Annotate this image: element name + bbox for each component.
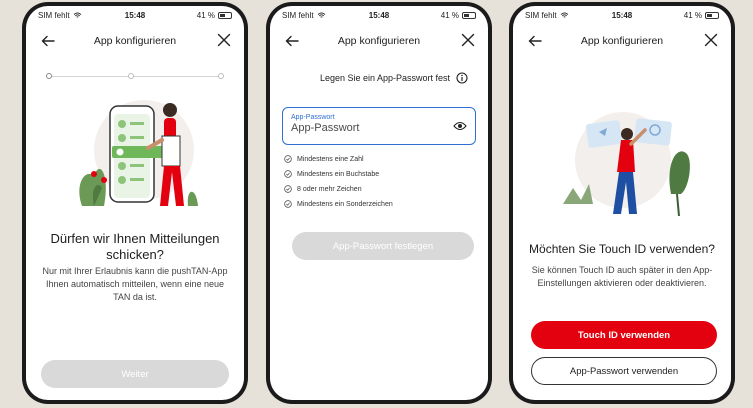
close-icon[interactable] — [703, 32, 719, 48]
header: App konfigurieren — [270, 28, 488, 54]
status-time: 15:48 — [611, 10, 633, 20]
screen-notifications: SIM fehlt 15:48 41 % App konfigurieren D… — [26, 6, 244, 400]
header: App konfigurieren — [26, 28, 244, 54]
check-circle-icon — [284, 200, 292, 208]
phone-touch-id: SIM fehlt 15:48 41 % App konfigurieren M… — [509, 2, 735, 404]
use-app-password-button[interactable]: App-Passwort verwenden — [531, 357, 717, 385]
check-circle-icon — [284, 155, 292, 163]
header: App konfigurieren — [513, 28, 731, 54]
use-touch-id-button[interactable]: Touch ID verwenden — [531, 321, 717, 349]
status-time: 15:48 — [368, 10, 390, 20]
description: Sie können Touch ID auch später in den A… — [531, 265, 713, 288]
notification-illustration — [79, 100, 198, 206]
phone-notifications: SIM fehlt 15:48 41 % App konfigurieren D… — [22, 2, 248, 404]
password-field[interactable]: App-Passwort — [282, 107, 476, 145]
battery-icon — [218, 11, 233, 19]
eye-icon[interactable] — [453, 121, 467, 131]
header-title: App konfigurieren — [93, 35, 177, 47]
heading: Möchten Sie Touch ID verwenden? — [529, 242, 715, 256]
set-password-button[interactable]: App-Passwort festlegen — [292, 232, 474, 260]
status-bar: SIM fehlt 15:48 41 % — [26, 6, 244, 24]
requirement-label: Mindestens ein Buchstabe — [297, 170, 380, 178]
back-arrow-icon[interactable] — [527, 33, 543, 49]
wifi-icon — [73, 11, 81, 18]
screen-touch-id: SIM fehlt 15:48 41 % App konfigurieren M… — [513, 6, 731, 400]
phone-password: SIM fehlt 15:48 41 % App konfigurieren L… — [266, 2, 492, 404]
battery-icon — [462, 11, 477, 19]
battery-icon — [705, 11, 720, 19]
requirement-item: Mindestens eine Zahl — [284, 155, 364, 163]
header-title: App konfigurieren — [580, 35, 664, 47]
screen-password: SIM fehlt 15:48 41 % App konfigurieren L… — [270, 6, 488, 400]
heading: Dürfen wir Ihnen Mitteilungen schicken? — [50, 231, 220, 262]
password-prompt-row: Legen Sie ein App-Passwort fest — [270, 72, 488, 84]
description: Nur mit Ihrer Erlaubnis kann die pushTAN… — [42, 266, 228, 302]
wifi-icon — [560, 11, 568, 18]
step-dot — [128, 73, 134, 79]
back-arrow-icon[interactable] — [284, 33, 300, 49]
carrier-label: SIM fehlt — [38, 10, 70, 20]
password-input[interactable] — [291, 122, 451, 134]
check-circle-icon — [284, 185, 292, 193]
battery-level: 41 % — [196, 10, 216, 20]
header-title: App konfigurieren — [337, 35, 421, 47]
password-prompt: Legen Sie ein App-Passwort fest — [319, 73, 451, 83]
back-arrow-icon[interactable] — [40, 33, 56, 49]
carrier-label: SIM fehlt — [282, 10, 314, 20]
requirement-label: Mindestens ein Sonderzeichen — [297, 200, 393, 208]
battery-level: 41 % — [440, 10, 460, 20]
requirement-label: 8 oder mehr Zeichen — [297, 185, 362, 193]
touch-id-illustration — [563, 112, 690, 217]
status-time: 15:48 — [124, 10, 146, 20]
status-bar: SIM fehlt 15:48 41 % — [513, 6, 731, 24]
carrier-label: SIM fehlt — [525, 10, 557, 20]
close-icon[interactable] — [460, 32, 476, 48]
step-dot-current — [46, 73, 52, 79]
requirement-item: Mindestens ein Buchstabe — [284, 170, 379, 178]
battery-level: 41 % — [683, 10, 703, 20]
continue-button[interactable]: Weiter — [41, 360, 229, 388]
requirement-item: 8 oder mehr Zeichen — [284, 185, 362, 193]
wifi-icon — [317, 11, 325, 18]
check-circle-icon — [284, 170, 292, 178]
status-bar: SIM fehlt 15:48 41 % — [270, 6, 488, 24]
close-icon[interactable] — [216, 32, 232, 48]
requirement-label: Mindestens eine Zahl — [297, 155, 364, 163]
step-dot — [218, 73, 224, 79]
password-field-label: App-Passwort — [291, 114, 335, 121]
info-icon[interactable] — [456, 72, 468, 84]
requirement-item: Mindestens ein Sonderzeichen — [284, 200, 393, 208]
step-progress — [46, 72, 224, 80]
